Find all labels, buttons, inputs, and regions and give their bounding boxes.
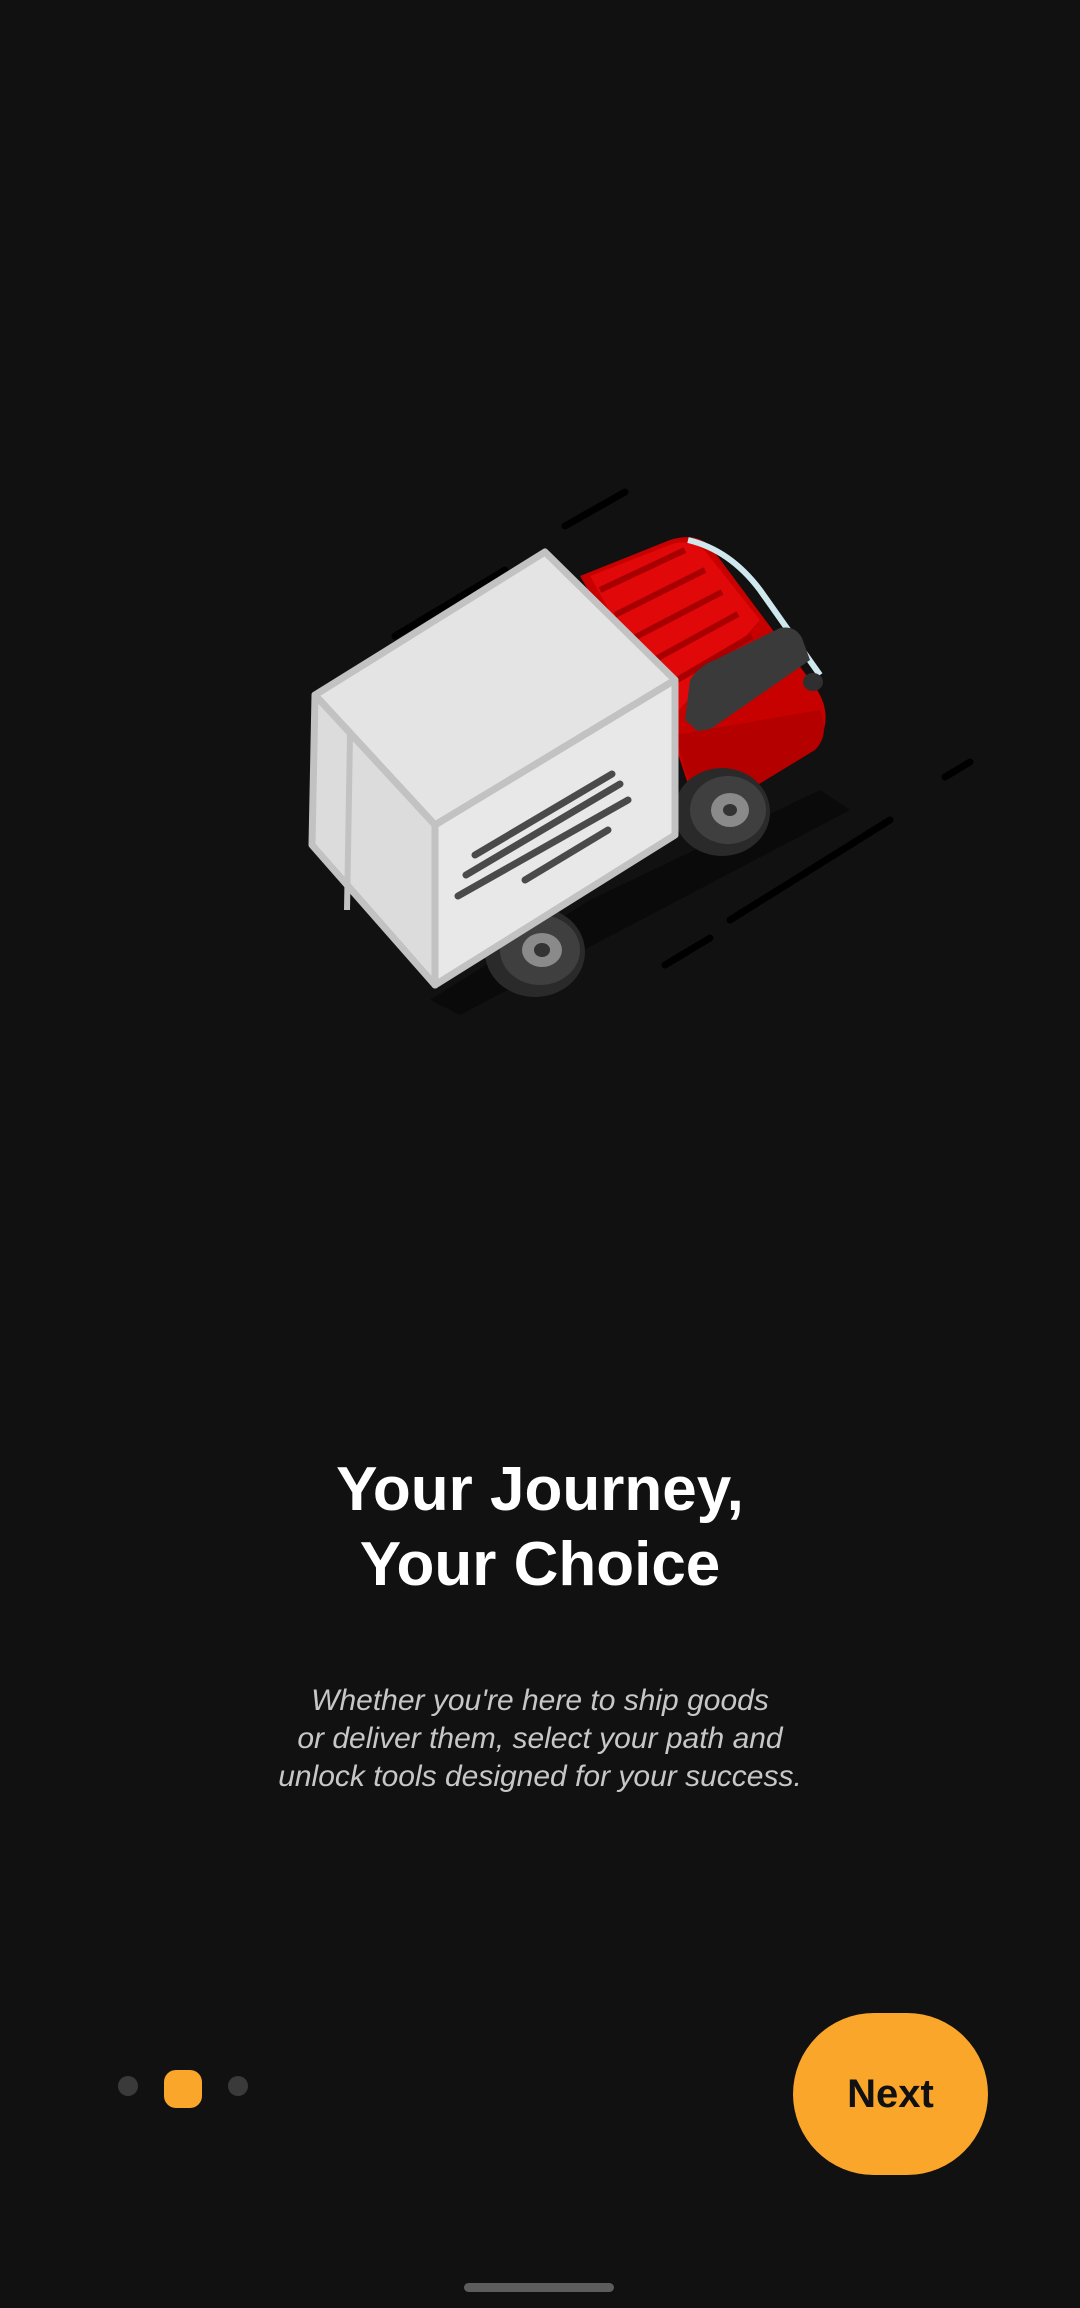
page-indicator (118, 2070, 278, 2112)
onboarding-title: Your Journey, Your Choice (0, 1452, 1080, 1602)
onboarding-description: Whether you're here to ship goods or del… (0, 1682, 1080, 1796)
page-dot-3 (228, 2076, 248, 2096)
home-indicator[interactable] (464, 2283, 614, 2292)
title-line-1: Your Journey, (336, 1455, 744, 1524)
description-line-1: Whether you're here to ship goods (311, 1684, 769, 1717)
onboarding-screen: Your Journey, Your Choice Whether you're… (0, 0, 1080, 2308)
delivery-truck-icon (308, 488, 974, 1015)
next-button[interactable]: Next (793, 2013, 988, 2175)
title-line-2: Your Choice (359, 1530, 721, 1599)
description-line-2: or deliver them, select your path and (297, 1722, 783, 1755)
page-dot-1 (118, 2076, 138, 2096)
front-wheel (674, 768, 770, 856)
page-dot-2-active (164, 2070, 202, 2108)
description-line-3: unlock tools designed for your success. (278, 1760, 802, 1793)
